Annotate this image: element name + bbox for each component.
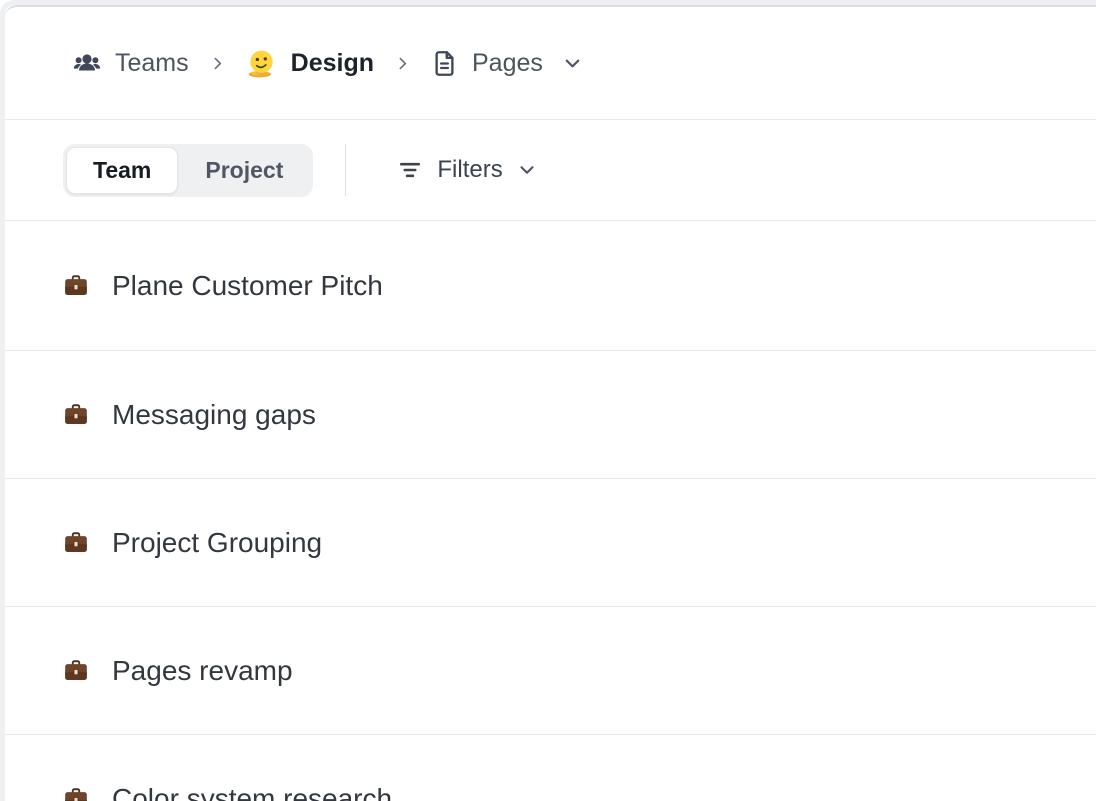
page-row[interactable]: Messaging gaps <box>5 351 1096 479</box>
breadcrumb-item-teams[interactable]: Teams <box>73 49 189 77</box>
breadcrumb: Teams Design <box>73 48 584 79</box>
header: Teams Design <box>5 7 1096 120</box>
chevron-right-icon <box>209 55 226 72</box>
breadcrumb-label-pages: Pages <box>472 51 543 76</box>
tab-project[interactable]: Project <box>178 147 310 194</box>
pages-panel: Teams Design <box>5 5 1096 801</box>
teams-icon <box>73 49 101 77</box>
toolbar-divider <box>345 144 346 196</box>
page-row[interactable]: Pages revamp <box>5 607 1096 735</box>
breadcrumb-label-teams: Teams <box>115 51 189 76</box>
page-title: Pages revamp <box>112 654 293 688</box>
file-text-icon <box>431 50 458 77</box>
chevron-down-icon[interactable] <box>561 52 584 75</box>
toolbar: Team Project Filters <box>5 120 1096 221</box>
filters-label: Filters <box>437 156 502 184</box>
page-title: Project Grouping <box>112 526 322 560</box>
chevron-right-icon <box>394 55 411 72</box>
window-chrome: Teams Design <box>0 0 1096 801</box>
briefcase-emoji <box>63 786 89 801</box>
briefcase-emoji <box>63 530 89 556</box>
briefcase-emoji <box>63 273 89 299</box>
breadcrumb-item-design[interactable]: Design <box>246 48 374 79</box>
scope-toggle: Team Project <box>63 144 313 197</box>
page-title: Plane Customer Pitch <box>112 269 383 303</box>
chevron-down-icon <box>516 159 538 181</box>
filter-lines-icon <box>396 156 424 184</box>
breadcrumb-label-design: Design <box>291 51 374 76</box>
page-row[interactable]: Project Grouping <box>5 479 1096 607</box>
briefcase-emoji <box>63 658 89 684</box>
melting-face-emoji <box>246 48 277 79</box>
page-title: Color system research <box>112 782 392 801</box>
page-row[interactable]: Plane Customer Pitch <box>5 221 1096 351</box>
page-title: Messaging gaps <box>112 398 316 432</box>
briefcase-emoji <box>63 402 89 428</box>
breadcrumb-item-pages[interactable]: Pages <box>431 50 543 77</box>
filters-button[interactable]: Filters <box>396 156 537 184</box>
pages-list: Plane Customer Pitch Messaging gaps <box>5 221 1096 801</box>
tab-team[interactable]: Team <box>66 147 178 194</box>
page-row[interactable]: Color system research <box>5 735 1096 801</box>
